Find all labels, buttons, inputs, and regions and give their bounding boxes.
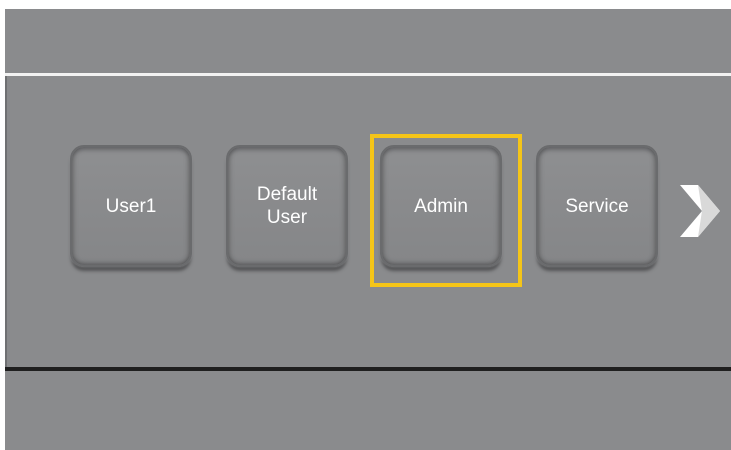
user-button-label: User1 bbox=[105, 195, 157, 217]
user-button-label: Service bbox=[565, 195, 629, 217]
user-button-service[interactable]: Service bbox=[536, 145, 658, 267]
top-bar bbox=[5, 9, 731, 73]
user-button-label: Admin bbox=[414, 195, 468, 217]
user-button-label: Default User bbox=[256, 184, 318, 228]
bottom-bar bbox=[5, 371, 731, 450]
next-page-button[interactable] bbox=[672, 183, 722, 239]
chevron-right-icon bbox=[680, 185, 720, 237]
user-button-user1[interactable]: User1 bbox=[70, 145, 192, 267]
user-button-default-user[interactable]: Default User bbox=[226, 145, 348, 267]
user-button-admin[interactable]: Admin bbox=[380, 145, 502, 267]
